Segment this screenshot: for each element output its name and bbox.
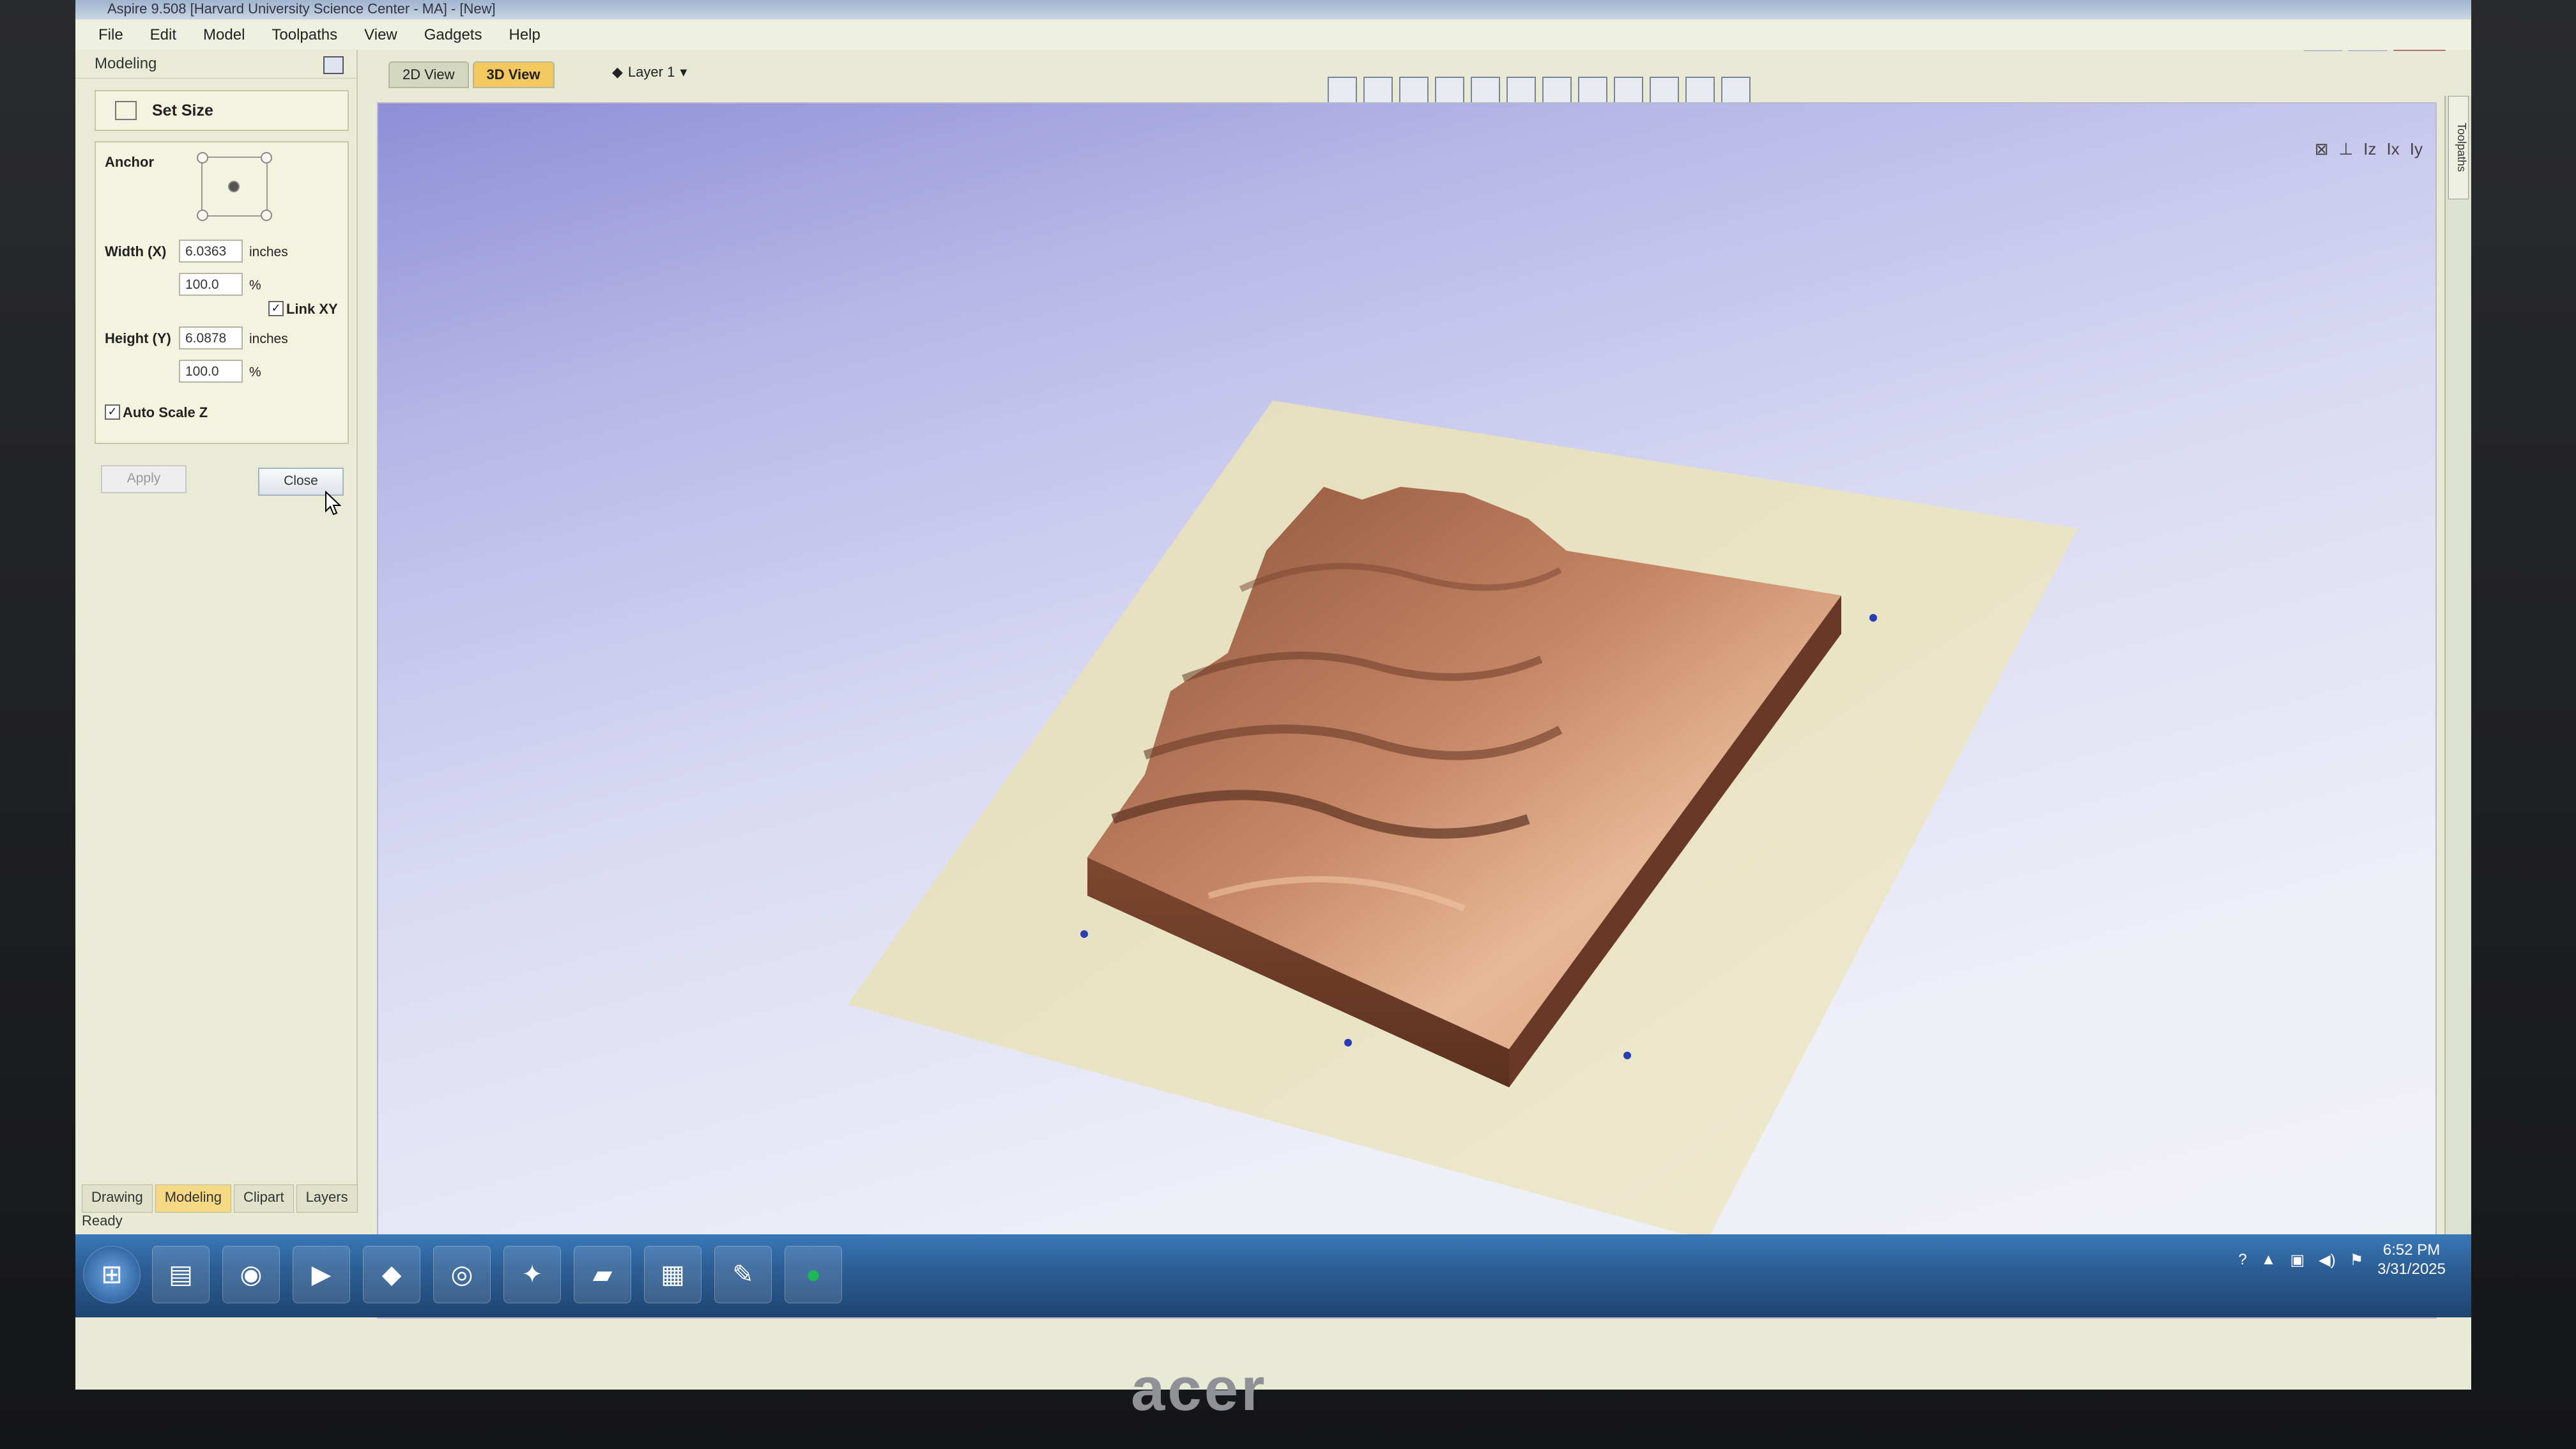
anchor-top-left[interactable] [197,152,208,164]
menu-edit[interactable]: Edit [146,24,180,47]
clock-date: 3/31/2025 [2377,1261,2446,1278]
toolpaths-strip: Toolpaths [2444,96,2471,1310]
link-xy-label: Link XY [286,301,338,317]
width-percent-symbol: % [249,278,261,293]
anchor-bottom-right[interactable] [261,210,272,221]
menu-model[interactable]: Model [199,24,249,47]
panel-header: Modeling [75,50,356,79]
height-percent-symbol: % [249,365,261,379]
screen: Aspire 9.508 [Harvard University Science… [75,0,2471,1390]
chevron-up-icon[interactable]: ▲ [2261,1251,2276,1269]
clock[interactable]: 6:52 PM 3/31/2025 [2377,1241,2446,1279]
anchor-bottom-left[interactable] [197,210,208,221]
flag-icon[interactable]: ⚑ [2350,1251,2364,1269]
layer-name: Layer 1 [627,64,675,80]
tab-3d-view[interactable]: 3D View [472,61,555,88]
height-percent-input[interactable]: 100.0 [179,360,243,383]
anchor-top-right[interactable] [261,152,272,164]
pin-icon[interactable] [323,56,344,74]
monitor-brand-logo: acer [1131,1355,1268,1423]
layer-selector[interactable]: ◆ Layer 1 ▾ [612,64,687,80]
set-size-label: Set Size [152,101,213,119]
apply-button[interactable]: Apply [101,465,187,493]
tab-modeling[interactable]: Modeling [155,1184,231,1213]
monitor-bezel: Aspire 9.508 [Harvard University Science… [0,0,2576,1449]
tab-layers[interactable]: Layers [296,1184,358,1213]
width-percent-input[interactable]: 100.0 [179,273,243,296]
volume-icon[interactable]: ◀) [2319,1251,2335,1269]
anchor-selector[interactable] [197,152,272,221]
window-title: Aspire 9.508 [Harvard University Science… [107,1,496,17]
set-size-header: Set Size [95,90,349,131]
app5-taskbar-icon[interactable]: ✎ [714,1246,772,1303]
selection-handle[interactable] [1080,930,1088,938]
system-tray: ? ▲ ▣ ◀) ⚑ 6:52 PM 3/31/2025 [2238,1241,2446,1279]
height-input[interactable]: 6.0878 [179,326,243,349]
app3-taskbar-icon[interactable]: ▰ [574,1246,631,1303]
anchor-center[interactable] [228,181,240,192]
menu-gadgets[interactable]: Gadgets [420,24,486,47]
3d-viewport[interactable]: ⊠ ⊥ Iz Ix Iy [377,102,2437,1319]
auto-scale-z-checkbox[interactable]: ✓ [105,404,120,420]
menu-bar: File Edit Model Toolpaths View Gadgets H… [75,20,2471,50]
tab-2d-view[interactable]: 2D View [388,61,469,88]
start-button[interactable]: ⊞ [83,1246,141,1303]
panel-bottom-tabs: Drawing Modeling Clipart Layers [75,1184,358,1213]
height-label: Height (Y) [105,330,171,346]
clock-time: 6:52 PM [2382,1241,2441,1259]
height-unit: inches [249,332,288,346]
toolpaths-tab[interactable]: Toolpaths [2448,96,2469,199]
modeling-panel: Modeling Set Size Anchor Width (X) 6.036… [75,50,358,1213]
set-size-icon [115,101,137,120]
menu-toolpaths[interactable]: Toolpaths [268,24,341,47]
view-tabs: 2D View 3D View [388,61,555,88]
window-titlebar: Aspire 9.508 [Harvard University Science… [75,0,2471,19]
terrain-scene [848,401,2078,1241]
help-icon[interactable]: ? [2238,1251,2246,1269]
layer-icon: ◆ [612,64,623,80]
selection-handle[interactable] [1623,1052,1631,1059]
menu-help[interactable]: Help [505,24,544,47]
set-size-form: Anchor Width (X) 6.0363 inches 100.0 % ✓… [95,141,349,444]
spotify-taskbar-icon[interactable]: ● [785,1246,842,1303]
mouse-cursor-icon [325,491,341,516]
selection-handle[interactable] [1344,1039,1352,1046]
chrome-taskbar-icon[interactable]: ◎ [433,1246,491,1303]
status-text: Ready [82,1213,123,1229]
menu-file[interactable]: File [95,24,127,47]
app-taskbar-icon[interactable]: ◉ [222,1246,280,1303]
panel-title: Modeling [95,55,157,72]
auto-scale-z-label: Auto Scale Z [123,404,208,420]
app4-taskbar-icon[interactable]: ▦ [644,1246,702,1303]
network-icon[interactable]: ▣ [2290,1251,2305,1269]
taskbar: ⊞ ▤ ◉ ▶ ◆ ◎ ✦ ▰ ▦ ✎ ● ? ▲ ▣ ◀) ⚑ 6:52 PM… [75,1234,2471,1317]
menu-view[interactable]: View [360,24,401,47]
tab-drawing[interactable]: Drawing [82,1184,153,1213]
tab-clipart[interactable]: Clipart [233,1184,294,1213]
explorer-taskbar-icon[interactable]: ▤ [152,1246,210,1303]
link-xy-checkbox[interactable]: ✓ [268,301,284,316]
media-player-taskbar-icon[interactable]: ▶ [293,1246,350,1303]
aspire-taskbar-icon[interactable]: ◆ [363,1246,420,1303]
chevron-down-icon: ▾ [680,64,687,80]
width-label: Width (X) [105,243,167,259]
width-unit: inches [249,245,288,259]
anchor-label: Anchor [105,154,154,170]
width-input[interactable]: 6.0363 [179,240,243,263]
app2-taskbar-icon[interactable]: ✦ [503,1246,561,1303]
selection-handle[interactable] [1869,614,1877,622]
